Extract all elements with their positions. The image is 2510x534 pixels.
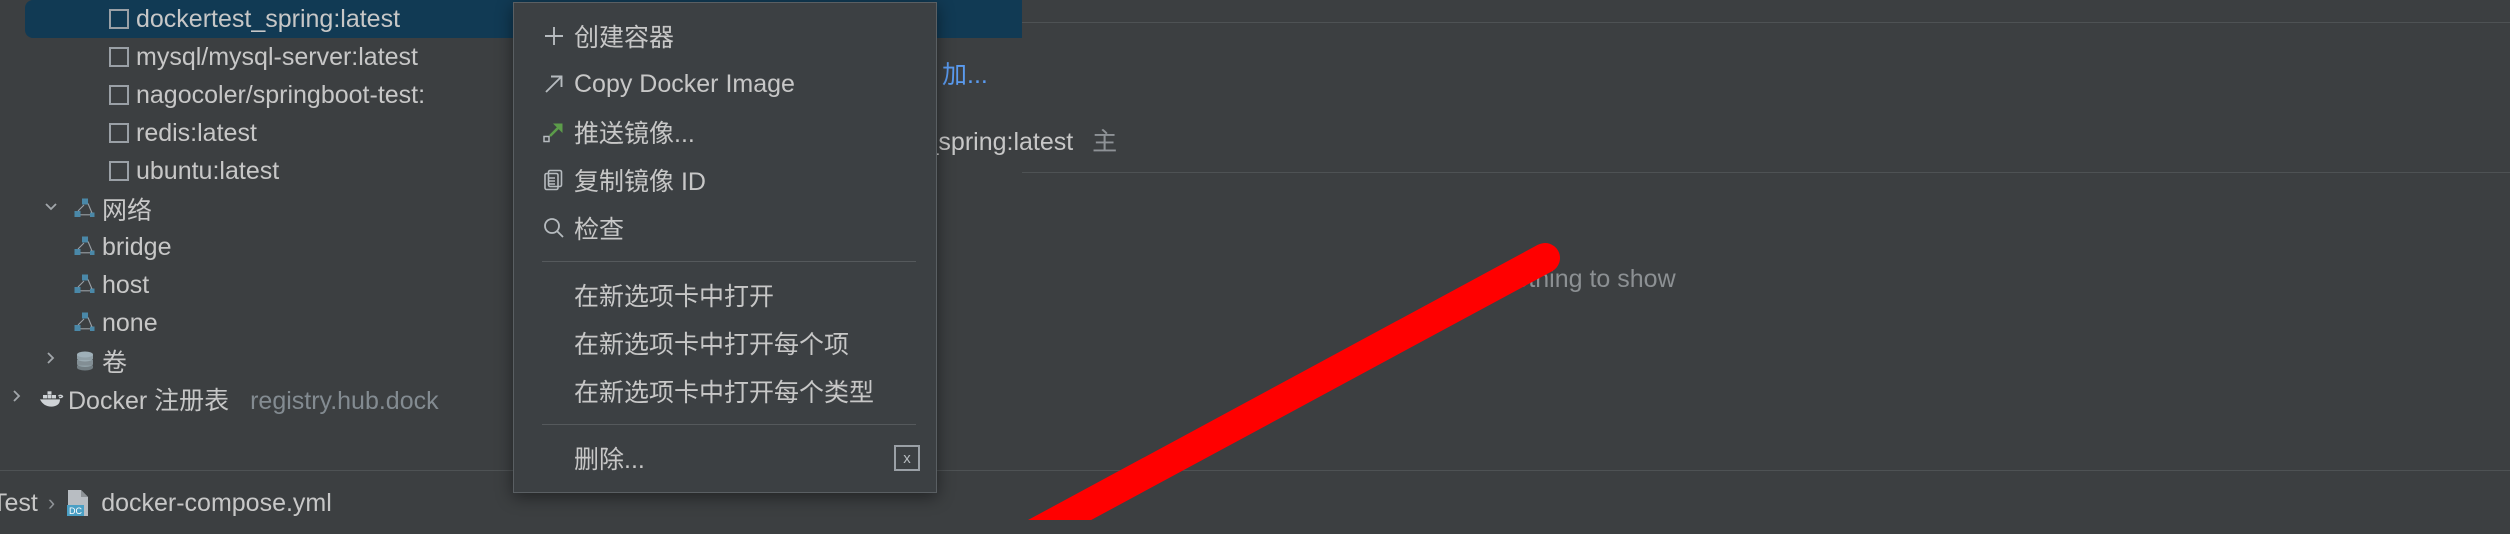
tree-item-label: dockertest_spring:latest	[136, 4, 401, 33]
tree-item-label: nagocoler/springboot-test:	[136, 80, 426, 109]
breadcrumb-bar: Test › DC docker-compose.yml	[0, 470, 2510, 534]
tree-item-label: host	[102, 270, 150, 299]
empty-state-message: Nothing to show	[1496, 265, 1676, 293]
breadcrumb-item-project[interactable]: Test	[0, 489, 38, 518]
network-icon	[68, 273, 102, 297]
breadcrumb-item-file[interactable]: docker-compose.yml	[101, 489, 332, 518]
menu-item-label: 在新选项卡中打开每个项	[574, 331, 850, 359]
breadcrumb[interactable]: Test › DC docker-compose.yml	[0, 489, 332, 518]
menu-item-label: 复制镜像 ID	[574, 168, 706, 196]
image-square-icon	[102, 123, 136, 143]
menu-item-open-each-in-new-tab[interactable]: 在新选项卡中打开每个项	[514, 319, 936, 367]
menu-item-copy-image-id[interactable]: 复制镜像 ID	[514, 156, 936, 204]
menu-separator	[542, 261, 916, 262]
menu-separator	[542, 424, 916, 425]
menu-item-create-container[interactable]: 创建容器	[514, 12, 936, 60]
menu-item-delete[interactable]: 删除... x	[514, 434, 936, 482]
tree-item-label: redis:latest	[136, 118, 257, 147]
tree-item-label: 卷	[102, 349, 128, 377]
menu-item-label: 在新选项卡中打开	[574, 283, 775, 311]
plus-icon	[534, 23, 574, 49]
search-icon	[534, 215, 574, 241]
menu-item-label: 检查	[574, 216, 625, 244]
shortcut-key-label: x	[894, 445, 920, 471]
push-image-icon	[534, 119, 574, 145]
menu-item-open-each-type-in-new-tab[interactable]: 在新选项卡中打开每个类型	[514, 367, 936, 415]
tree-item-label: ubuntu:latest	[136, 156, 280, 185]
menu-item-label: Copy Docker Image	[574, 69, 795, 98]
chevron-down-icon[interactable]	[34, 197, 68, 221]
docker-compose-file-icon: DC	[65, 489, 91, 517]
registry-label-text: Docker 注册表	[68, 387, 230, 415]
chevron-right-icon[interactable]	[34, 349, 68, 373]
detail-action-link[interactable]: 加...	[942, 55, 988, 91]
delete-shortcut-key: x	[894, 445, 920, 471]
chevron-right-icon[interactable]	[0, 387, 34, 411]
registry-url-text: registry.hub.dock	[250, 387, 439, 415]
breadcrumb-separator: ›	[47, 490, 56, 515]
docker-tool-window: dockertest_spring:latest mysql/mysql-ser…	[0, 0, 2510, 534]
arrow-up-right-icon	[534, 71, 574, 97]
image-square-icon	[102, 9, 136, 29]
detail-separator-top	[1022, 22, 2510, 23]
image-square-icon	[102, 47, 136, 67]
tree-item-label: none	[102, 308, 158, 337]
detail-image-suffix: 主	[1092, 128, 1118, 156]
image-square-icon	[102, 85, 136, 105]
tree-item-label: mysql/mysql-server:latest	[136, 42, 418, 71]
menu-item-label: 推送镜像...	[574, 120, 695, 148]
docker-whale-icon	[34, 387, 68, 411]
network-icon	[68, 197, 102, 221]
menu-item-label: 创建容器	[574, 24, 675, 52]
network-icon	[68, 235, 102, 259]
menu-item-copy-docker-image[interactable]: Copy Docker Image	[514, 60, 936, 108]
menu-item-inspect[interactable]: 检查	[514, 204, 936, 252]
svg-text:DC: DC	[69, 506, 82, 516]
image-square-icon	[102, 161, 136, 181]
menu-item-label: 删除...	[574, 446, 645, 474]
tree-item-label: bridge	[102, 232, 172, 261]
tree-item-label: Docker 注册表 registry.hub.dock	[68, 381, 439, 417]
copy-icon	[534, 167, 574, 193]
menu-item-push-image[interactable]: 推送镜像...	[514, 108, 936, 156]
detail-separator-middle	[1022, 172, 2510, 173]
image-context-menu[interactable]: 创建容器 Copy Docker Image 推送镜像... 复制镜像 ID 检…	[513, 2, 937, 493]
volume-icon	[68, 349, 102, 373]
menu-item-label: 在新选项卡中打开每个类型	[574, 379, 875, 407]
image-detail-panel: 加... ertest_spring:latest 主 Nothing to s…	[862, 0, 2510, 470]
tree-item-label: 网络	[102, 197, 153, 225]
menu-item-open-in-new-tab[interactable]: 在新选项卡中打开	[514, 271, 936, 319]
network-icon	[68, 311, 102, 335]
